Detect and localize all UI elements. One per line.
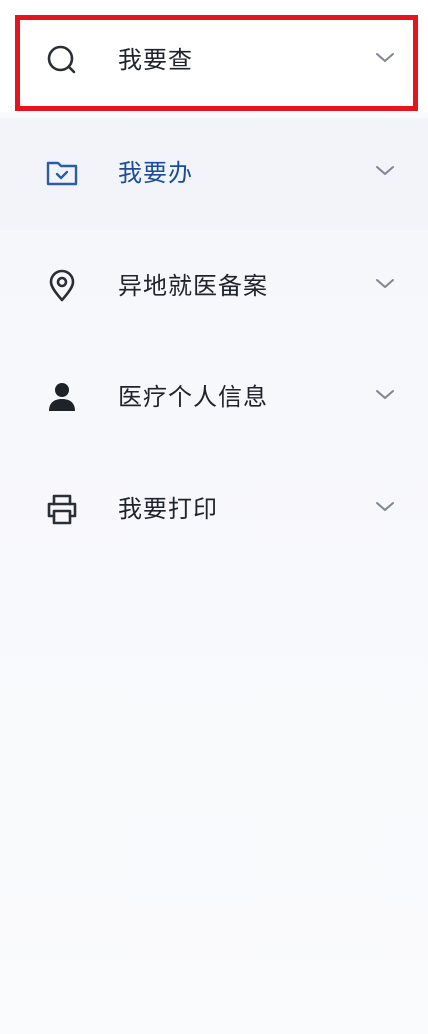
menu-item-personal-medical-info[interactable]: 医疗个人信息 (0, 342, 428, 454)
menu-item-print[interactable]: 我要打印 (0, 454, 428, 566)
menu-item-handle[interactable]: 我要办 (0, 118, 428, 230)
location-pin-icon (42, 266, 82, 306)
chevron-down-icon[interactable] (373, 499, 397, 515)
search-icon (42, 40, 82, 80)
menu-item-query[interactable]: 我要查 (0, 0, 428, 112)
menu-item-label: 我要办 (118, 159, 193, 187)
menu-item-label: 我要查 (118, 46, 193, 74)
chevron-down-icon[interactable] (373, 50, 397, 66)
menu-item-label: 异地就医备案 (118, 272, 268, 300)
chevron-down-icon[interactable] (373, 163, 397, 179)
printer-icon (42, 489, 82, 529)
person-icon (42, 377, 82, 417)
folder-check-icon (42, 153, 82, 193)
menu-item-remote-medical-filing[interactable]: 异地就医备案 (0, 230, 428, 342)
menu-item-label: 医疗个人信息 (118, 383, 268, 411)
chevron-down-icon[interactable] (373, 276, 397, 292)
menu-item-label: 我要打印 (118, 495, 218, 523)
sidebar-menu: 我要查 我要办 异地就医备案 医疗个人信息 我要打印 (0, 0, 428, 1034)
chevron-down-icon[interactable] (373, 387, 397, 403)
